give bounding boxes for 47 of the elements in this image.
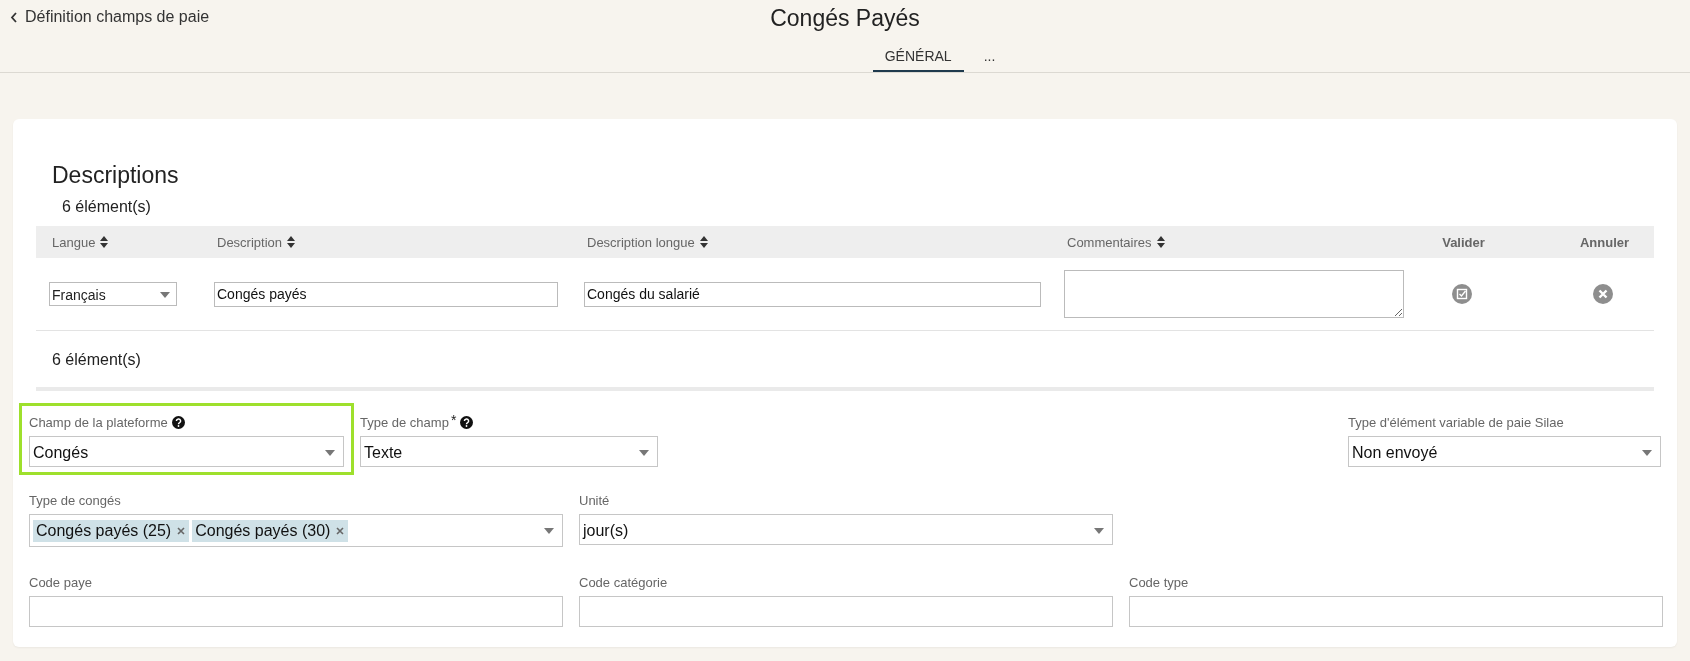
field-label: Code catégorie (579, 575, 668, 591)
field-label: Type d'élément variable de paie Silae (1348, 415, 1564, 431)
select-field[interactable]: Texte (360, 436, 658, 467)
tab[interactable]: ... (971, 48, 1008, 72)
input-field[interactable]: Congés payés (214, 281, 558, 307)
chevron-left-icon (10, 11, 18, 23)
tag[interactable]: Congés payés (25) (33, 519, 190, 542)
dropdown-caret-icon (1642, 450, 1652, 456)
input-field[interactable] (579, 596, 1113, 627)
column-header: Valider (1442, 234, 1485, 250)
select-field[interactable]: jour(s) (579, 514, 1113, 545)
input-field[interactable] (1129, 596, 1663, 627)
comment-field[interactable] (1064, 270, 1404, 318)
column-header[interactable]: Description (217, 234, 283, 250)
input-field[interactable] (29, 596, 563, 627)
section-title: Descriptions (52, 162, 180, 189)
remove-icon (336, 526, 345, 535)
language-select[interactable]: Français (49, 282, 177, 306)
field-label: Unité (579, 493, 610, 509)
multi-select-field[interactable]: Congés payés (25) Congés payés (30) (29, 514, 563, 547)
dropdown-caret-icon (544, 527, 554, 534)
item-count: 6 élément(s) (52, 351, 142, 369)
field-label: Type de champ (360, 415, 449, 431)
column-header: Annuler (1579, 234, 1630, 250)
cancel-icon[interactable] (1593, 284, 1613, 304)
remove-icon (177, 526, 186, 535)
dropdown-caret-icon (160, 292, 170, 298)
field-label: Code type (1129, 575, 1189, 591)
dropdown-caret-icon (1094, 528, 1104, 534)
column-header[interactable]: Description longue (587, 234, 695, 250)
required-mark: * (450, 415, 457, 425)
tag[interactable]: Congés payés (30) (192, 519, 349, 542)
field-label: Code paye (29, 575, 92, 591)
input-field[interactable]: Congés du salarié (584, 281, 1041, 307)
column-header[interactable]: Langue (52, 234, 96, 250)
dropdown-caret-icon (325, 450, 335, 456)
field-label: Champ de la plateforme (29, 415, 168, 431)
dropdown-caret-icon (639, 450, 649, 456)
item-count: 6 élément(s) (62, 198, 152, 216)
page-title: Congés Payés (770, 5, 920, 32)
field-label: Type de congés (29, 493, 121, 509)
select-field[interactable]: Congés (29, 436, 344, 467)
select-field[interactable]: Non envoyé (1348, 436, 1661, 467)
column-header[interactable]: Commentaires (1067, 234, 1152, 250)
back-link[interactable]: Définition champs de paie (10, 8, 210, 26)
validate-icon[interactable] (1452, 284, 1472, 304)
tab[interactable]: GÉNÉRAL (872, 48, 964, 72)
